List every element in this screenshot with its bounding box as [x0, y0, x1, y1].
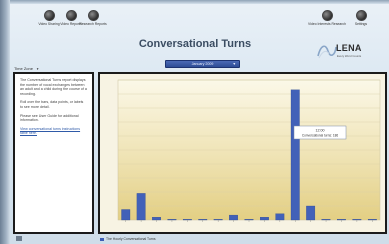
bar[interactable] [260, 217, 269, 221]
lena-logo: LENA Every Word Counts [316, 41, 376, 65]
tooltip-title: 12:00 [316, 129, 325, 133]
info-paragraph-3: Please see User Guide for additional inf… [20, 113, 79, 123]
time-zone-label: Time Zone [14, 66, 33, 71]
bar[interactable] [244, 219, 254, 221]
settings-icon [355, 10, 367, 21]
info-paragraph-1: The Conversational Turns report displays… [20, 78, 87, 96]
date-selector[interactable]: January 2009 ▼ [165, 60, 240, 68]
info-panel: The Conversational Turns report displays… [13, 72, 94, 234]
nav-settings-button[interactable]: Settings [341, 10, 381, 26]
bar[interactable] [290, 89, 300, 221]
nav-research-reports-button[interactable]: Research Reports [73, 10, 113, 26]
top-bezel [0, 0, 389, 4]
footer-status-box [16, 236, 22, 241]
logo-swoosh-icon [317, 45, 337, 59]
chart-legend: The Hourly Conversational Turns [100, 237, 156, 241]
chart-panel: 12:00 Conversational turns: 186 [98, 72, 387, 234]
app-window: Video Sharing Video Reports Research Rep… [0, 0, 389, 244]
instructions-link[interactable]: View conversational turns instructions t… [20, 127, 87, 136]
tooltip-body: Conversational turns: 186 [302, 134, 339, 138]
turns-bar-chart: 12:00 Conversational turns: 186 [100, 74, 385, 232]
left-bezel [0, 0, 10, 244]
bar[interactable] [337, 219, 346, 221]
bar[interactable] [182, 219, 192, 221]
research-reports-icon [87, 10, 99, 21]
bar[interactable] [136, 193, 146, 221]
bar[interactable] [167, 219, 177, 221]
bar[interactable] [321, 219, 331, 221]
video-interests-icon [321, 10, 333, 21]
nav-research-reports-label: Research Reports [79, 22, 107, 26]
filter-chevron-icon: ▼ [36, 67, 40, 71]
bar[interactable] [152, 217, 161, 221]
chevron-down-icon: ▼ [232, 62, 236, 66]
legend-label: The Hourly Conversational Turns [106, 237, 156, 241]
bar[interactable] [306, 205, 316, 221]
legend-swatch [100, 237, 104, 241]
bar[interactable] [367, 219, 377, 221]
page-title: Conversational Turns [138, 38, 252, 50]
nav-settings-label: Settings [354, 22, 368, 26]
tooltip: 12:00 Conversational turns: 186 [293, 125, 347, 140]
logo-tagline: Every Word Counts [337, 54, 362, 58]
date-selector-value: January 2009 [191, 62, 214, 66]
time-zone-filter[interactable]: Time Zone ▼ [14, 66, 39, 71]
bar[interactable] [121, 209, 131, 221]
bar[interactable] [275, 213, 285, 221]
logo-brand-text: LENA [336, 43, 362, 53]
bar[interactable] [352, 219, 362, 221]
bar[interactable] [198, 219, 208, 221]
bar[interactable] [213, 219, 223, 221]
info-paragraph-2: Roll over the bars, data points, or labe… [20, 100, 84, 109]
bar[interactable] [229, 214, 238, 221]
